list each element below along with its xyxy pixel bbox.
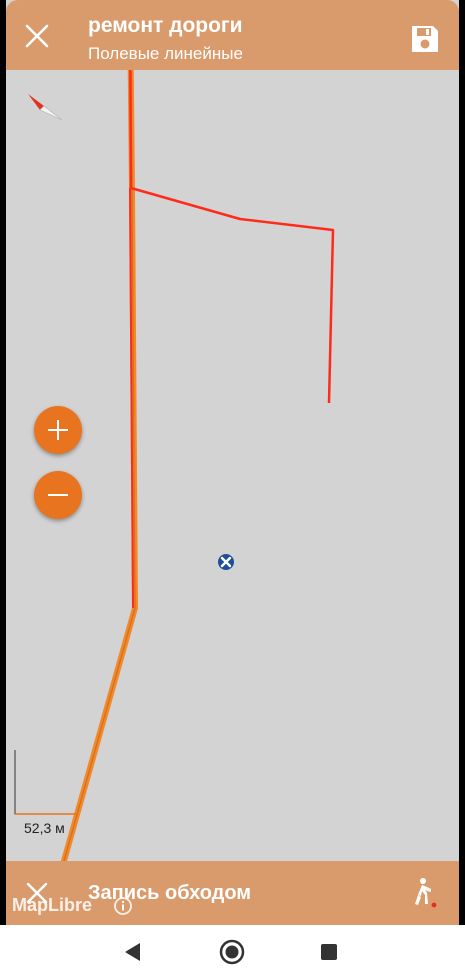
walking-person-icon[interactable] [408, 877, 438, 909]
save-icon[interactable] [410, 24, 440, 54]
maplibre-attribution[interactable]: MapLibre [12, 895, 92, 916]
info-icon[interactable] [114, 897, 132, 915]
back-triangle-icon[interactable] [118, 937, 148, 967]
zoom-in-button[interactable] [34, 406, 82, 454]
attribution-text: MapLibre [12, 895, 93, 915]
page-title: ремонт дороги [88, 14, 243, 37]
location-marker[interactable] [218, 554, 234, 570]
top-toolbar: ремонт дороги Полевые линейные [6, 0, 459, 70]
app-frame: ремонт дороги Полевые линейные 52,3 м За… [6, 0, 459, 925]
minus-icon [48, 494, 68, 496]
close-icon[interactable] [22, 21, 52, 51]
recents-square-icon[interactable] [314, 937, 344, 967]
zoom-out-button[interactable] [34, 471, 82, 519]
scale-bar [14, 750, 78, 815]
system-navigation-bar [0, 925, 465, 980]
compass-icon[interactable] [22, 86, 66, 130]
home-circle-icon[interactable] [217, 937, 247, 967]
page-subtitle: Полевые линейные [88, 44, 243, 63]
scale-label: 52,3 м [24, 820, 65, 836]
plus-icon [48, 420, 68, 440]
recording-mode-label: Запись обходом [88, 882, 252, 904]
